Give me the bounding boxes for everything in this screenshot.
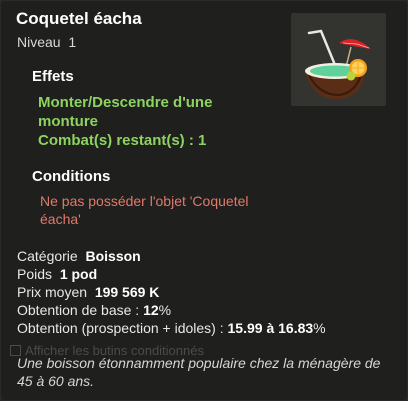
effect-line: Combat(s) restant(s) : 1 — [38, 132, 207, 149]
base-drop-value: 12 — [143, 302, 159, 318]
weight-value: 1 pod — [59, 266, 98, 282]
level-label: Niveau — [17, 34, 61, 50]
stat-weight: Poids 1 pod — [17, 266, 97, 282]
stat-price: Prix moyen 199 569 K — [17, 284, 159, 300]
stat-base-drop: Obtention de base : 12% — [17, 302, 171, 318]
price-value: 199 569 K — [94, 284, 160, 300]
category-label: Catégorie — [17, 248, 78, 264]
coconut-cocktail-icon — [305, 29, 371, 100]
prospect-drop-unit: % — [313, 320, 326, 336]
item-icon-frame — [291, 13, 386, 106]
item-description: Une boisson étonnamment populaire chez l… — [17, 355, 381, 389]
stat-prospect-drop: Obtention (prospection + idoles) : 15.99… — [17, 320, 326, 336]
effect-line: monture — [38, 113, 98, 130]
level-value: 1 — [68, 34, 77, 50]
price-label: Prix moyen — [17, 284, 88, 300]
base-drop-label: Obtention de base : — [17, 302, 140, 318]
item-tooltip: Coquetel éacha Niveau 1 Effets Monter/De… — [1, 1, 407, 400]
prospect-drop-label: Obtention (prospection + idoles) : — [17, 320, 224, 336]
stat-category: Catégorie Boisson — [17, 248, 141, 264]
condition-line: éacha' — [40, 211, 81, 227]
prospect-drop-value: 15.99 à 16.83 — [227, 320, 314, 336]
condition-line: Ne pas posséder l'objet 'Coquetel — [40, 193, 249, 209]
item-name: Coquetel éacha — [16, 9, 142, 28]
base-drop-unit: % — [158, 302, 172, 318]
effect-line: Monter/Descendre d'une — [38, 94, 213, 111]
category-value: Boisson — [85, 248, 141, 264]
conditions-title: Conditions — [32, 168, 111, 185]
effects-title: Effets — [32, 68, 74, 85]
weight-label: Poids — [17, 266, 53, 282]
item-level: Niveau 1 — [17, 34, 76, 50]
